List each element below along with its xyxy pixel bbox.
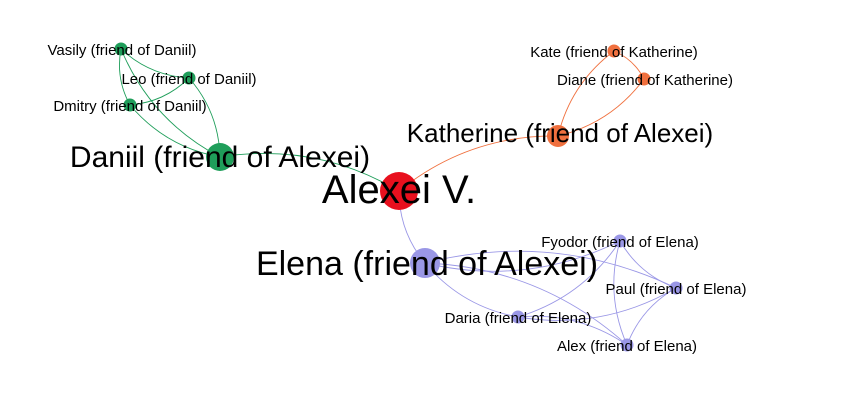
label-leo: Leo (friend of Daniil) [121,71,256,88]
label-diane: Diane (friend of Katherine) [557,72,733,89]
friend-network-graph: Alexei V.Daniil (friend of Alexei) Vasily… [48,42,747,355]
label-daniil: Daniil (friend of Alexei) [70,141,370,174]
label-vasily: Vasily (friend of Daniil) [48,42,197,59]
label-alexei: Alexei V. [322,168,476,212]
label-alex: Alex (friend of Elena) [557,338,697,355]
label-paul: Paul (friend of Elena) [606,281,747,298]
label-dmitry: Dmitry (friend of Daniil) [53,98,206,115]
label-kate: Kate (friend of Katherine) [530,44,698,61]
labels-layer: Alexei V.Daniil (friend of Alexei) Vasily… [48,42,747,355]
label-daria: Daria (friend of Elena) [445,310,592,327]
label-katherine: Katherine (friend of Alexei) [407,118,713,148]
label-fyodor: Fyodor (friend of Elena) [541,234,699,251]
